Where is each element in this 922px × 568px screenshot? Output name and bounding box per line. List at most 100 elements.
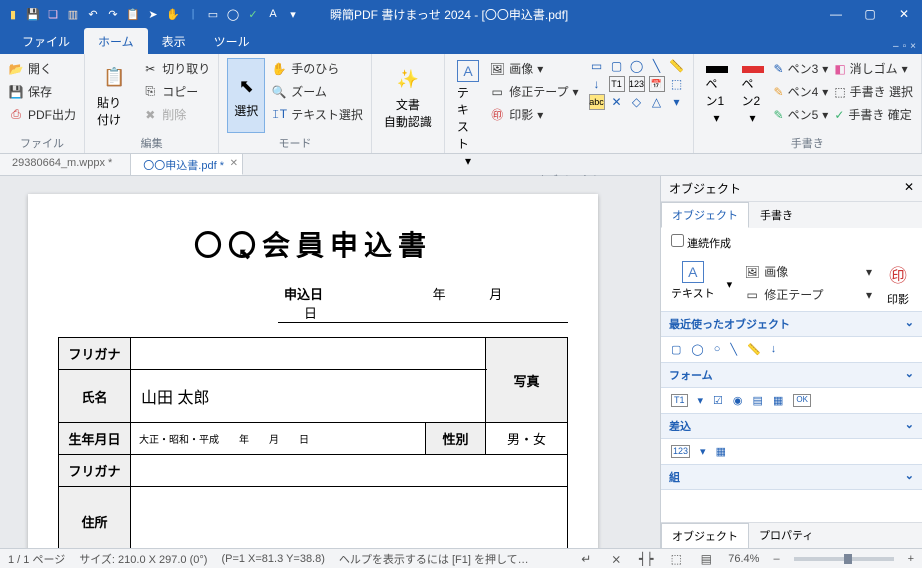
unknown-header[interactable]: 組⌄ (661, 464, 922, 490)
pen4-button[interactable]: ✎ペン4 ▾ (774, 81, 829, 102)
text-field-icon[interactable]: T1 (609, 76, 625, 92)
star-icon[interactable]: ▾ (669, 94, 685, 110)
idk-icon[interactable]: ⬚ (669, 76, 685, 92)
image-object-button[interactable]: 🖼画像 ▾ (489, 58, 578, 79)
line-icon[interactable]: ╲ (649, 58, 665, 74)
footer-tab-objects[interactable]: オブジェクト (661, 523, 749, 548)
date-icon[interactable]: 📅 (649, 76, 665, 92)
dropdown-icon[interactable]: ▾ (727, 278, 733, 291)
zoom-mode-button[interactable]: 🔍ズーム (271, 81, 363, 102)
copy-button[interactable]: ⎘コピー (142, 81, 210, 102)
eraser-button[interactable]: ◧消しゴム ▾ (834, 58, 913, 79)
text-select-mode-button[interactable]: 𝙸Tテキスト選択 (271, 104, 363, 125)
status-return-icon[interactable]: ↵ (578, 551, 594, 567)
recent-rounded-rect[interactable]: ▢ (671, 343, 681, 356)
pen5-button[interactable]: ✎ペン5 ▾ (774, 104, 829, 125)
field-furigana[interactable] (131, 338, 486, 370)
continuous-create-checkbox[interactable] (671, 234, 684, 247)
handwriting-confirm-button[interactable]: ✓手書き 確定 (834, 104, 913, 125)
menu-home[interactable]: ホーム (84, 28, 148, 54)
zoom-out-button[interactable]: – (773, 553, 779, 565)
stamp-button[interactable]: ㊞印影 ▾ (489, 104, 578, 125)
form-text-field[interactable]: T1 (671, 394, 688, 407)
field-gender[interactable]: 男・女 (486, 423, 568, 455)
cross-icon[interactable]: ✕ (609, 94, 625, 110)
qat-hand-icon[interactable]: ✋ (166, 7, 180, 21)
panel-tab-handwriting[interactable]: 手書き (749, 202, 804, 228)
panel-close-icon[interactable]: ✕ (904, 180, 914, 197)
form-list[interactable]: ▤ (753, 394, 763, 407)
qat-dropdown-icon[interactable]: ▾ (286, 7, 300, 21)
status-mode1-icon[interactable]: ⬚ (668, 551, 684, 567)
qat-open-icon[interactable]: ▥ (66, 7, 80, 21)
mdi-restore[interactable]: ▫ (903, 41, 907, 52)
menu-file[interactable]: ファイル (8, 28, 84, 54)
zoom-in-button[interactable]: + (908, 553, 914, 565)
triangle-icon[interactable]: △ (649, 94, 665, 110)
open-button[interactable]: 📂開く (8, 58, 76, 79)
qat-pointer-icon[interactable]: ➤ (146, 7, 160, 21)
diamond-icon[interactable]: ◇ (629, 94, 645, 110)
qat-undo-icon[interactable]: ↶ (86, 7, 100, 21)
recent-line[interactable]: ╲ (730, 343, 737, 356)
correction-tape-button[interactable]: ▭修正テープ ▾ (489, 81, 578, 102)
panel-tape-button[interactable]: ▭修正テープ▾ (744, 284, 872, 305)
status-mode2-icon[interactable]: ▤ (698, 551, 714, 567)
status-remove-icon[interactable]: ⨯ (608, 551, 624, 567)
field-dob[interactable]: 大正・昭和・平成 年 月 日 (131, 423, 426, 455)
ruler-icon[interactable]: 📏 (669, 58, 685, 74)
panel-image-button[interactable]: 🖼画像▾ (744, 261, 872, 282)
recent-ruler[interactable]: 📏 (747, 343, 761, 356)
save-button[interactable]: 💾保存 (8, 81, 76, 102)
close-button[interactable]: ✕ (892, 4, 916, 24)
oval-icon[interactable]: ◯ (629, 58, 645, 74)
select-mode-button[interactable]: ⬉ 選択 (227, 58, 265, 133)
numeric-icon[interactable]: 123 (629, 76, 645, 92)
doc-tab-2[interactable]: 〇〇申込書.pdf * ✕ (131, 154, 243, 175)
qat-oval-icon[interactable]: ◯ (226, 7, 240, 21)
panel-text-button[interactable]: A テキスト (671, 261, 715, 301)
recent-circle[interactable]: ○ (714, 343, 721, 356)
rect-icon[interactable]: ▭ (589, 58, 605, 74)
menu-tool[interactable]: ツール (200, 28, 264, 54)
pen1-button[interactable]: ペン1▾ (702, 58, 732, 133)
auto-recognize-button[interactable]: ✨ 文書 自動認識 (380, 58, 436, 137)
qat-paste-icon[interactable]: 📋 (126, 7, 140, 21)
recent-arrow[interactable]: ↓ (771, 343, 777, 356)
field-address[interactable] (131, 487, 568, 549)
form-header[interactable]: フォーム⌄ (661, 362, 922, 388)
pen2-button[interactable]: ペン2▾ (738, 58, 768, 133)
status-align-icon[interactable]: ┥┝ (638, 551, 654, 567)
highlight-icon[interactable]: abc (589, 94, 605, 110)
panel-stamp-button[interactable]: ㊞ 印影 (884, 261, 912, 307)
field-name[interactable]: 山田 太郎 (131, 370, 486, 423)
pen3-button[interactable]: ✎ペン3 ▾ (774, 58, 829, 79)
panel-tab-objects[interactable]: オブジェクト (661, 202, 749, 228)
paste-button[interactable]: 📋 貼り付け (93, 58, 136, 133)
tab-close-icon[interactable]: ✕ (230, 158, 238, 169)
maximize-button[interactable]: ▢ (858, 4, 882, 24)
form-button[interactable]: OK (793, 394, 811, 407)
qat-save-icon[interactable]: 💾 (26, 7, 40, 21)
qat-redo-icon[interactable]: ↷ (106, 7, 120, 21)
field-address-furigana[interactable] (131, 455, 568, 487)
merge-header[interactable]: 差込⌄ (661, 413, 922, 439)
minimize-button[interactable]: — (824, 4, 848, 24)
canvas[interactable]: 〇〇会員申込書 申込日 年 月 日 フリガナ 写真 氏名 山田 太郎 (0, 176, 660, 548)
arrow-down-icon[interactable]: ↓ (589, 76, 605, 92)
merge-field[interactable]: 123 (671, 445, 690, 458)
qat-check-icon[interactable]: ✓ (246, 7, 260, 21)
handwriting-select-button[interactable]: ⬚手書き 選択 (834, 81, 913, 102)
form-checkbox[interactable]: ☑ (713, 394, 723, 407)
footer-tab-properties[interactable]: プロパティ (749, 523, 823, 548)
qat-new-icon[interactable]: ❏ (46, 7, 60, 21)
qat-rect-icon[interactable]: ▭ (206, 7, 220, 21)
delete-button[interactable]: ✖削除 (142, 104, 210, 125)
continuous-create-row[interactable]: 連続作成 (661, 228, 922, 257)
zoom-slider[interactable] (794, 557, 894, 561)
hand-mode-button[interactable]: ✋手のひら (271, 58, 363, 79)
mdi-minimize[interactable]: – (893, 41, 899, 52)
form-combo[interactable]: ▦ (773, 394, 783, 407)
cut-button[interactable]: ✂切り取り (142, 58, 210, 79)
text-object-button[interactable]: A テキスト▾ (453, 58, 483, 170)
